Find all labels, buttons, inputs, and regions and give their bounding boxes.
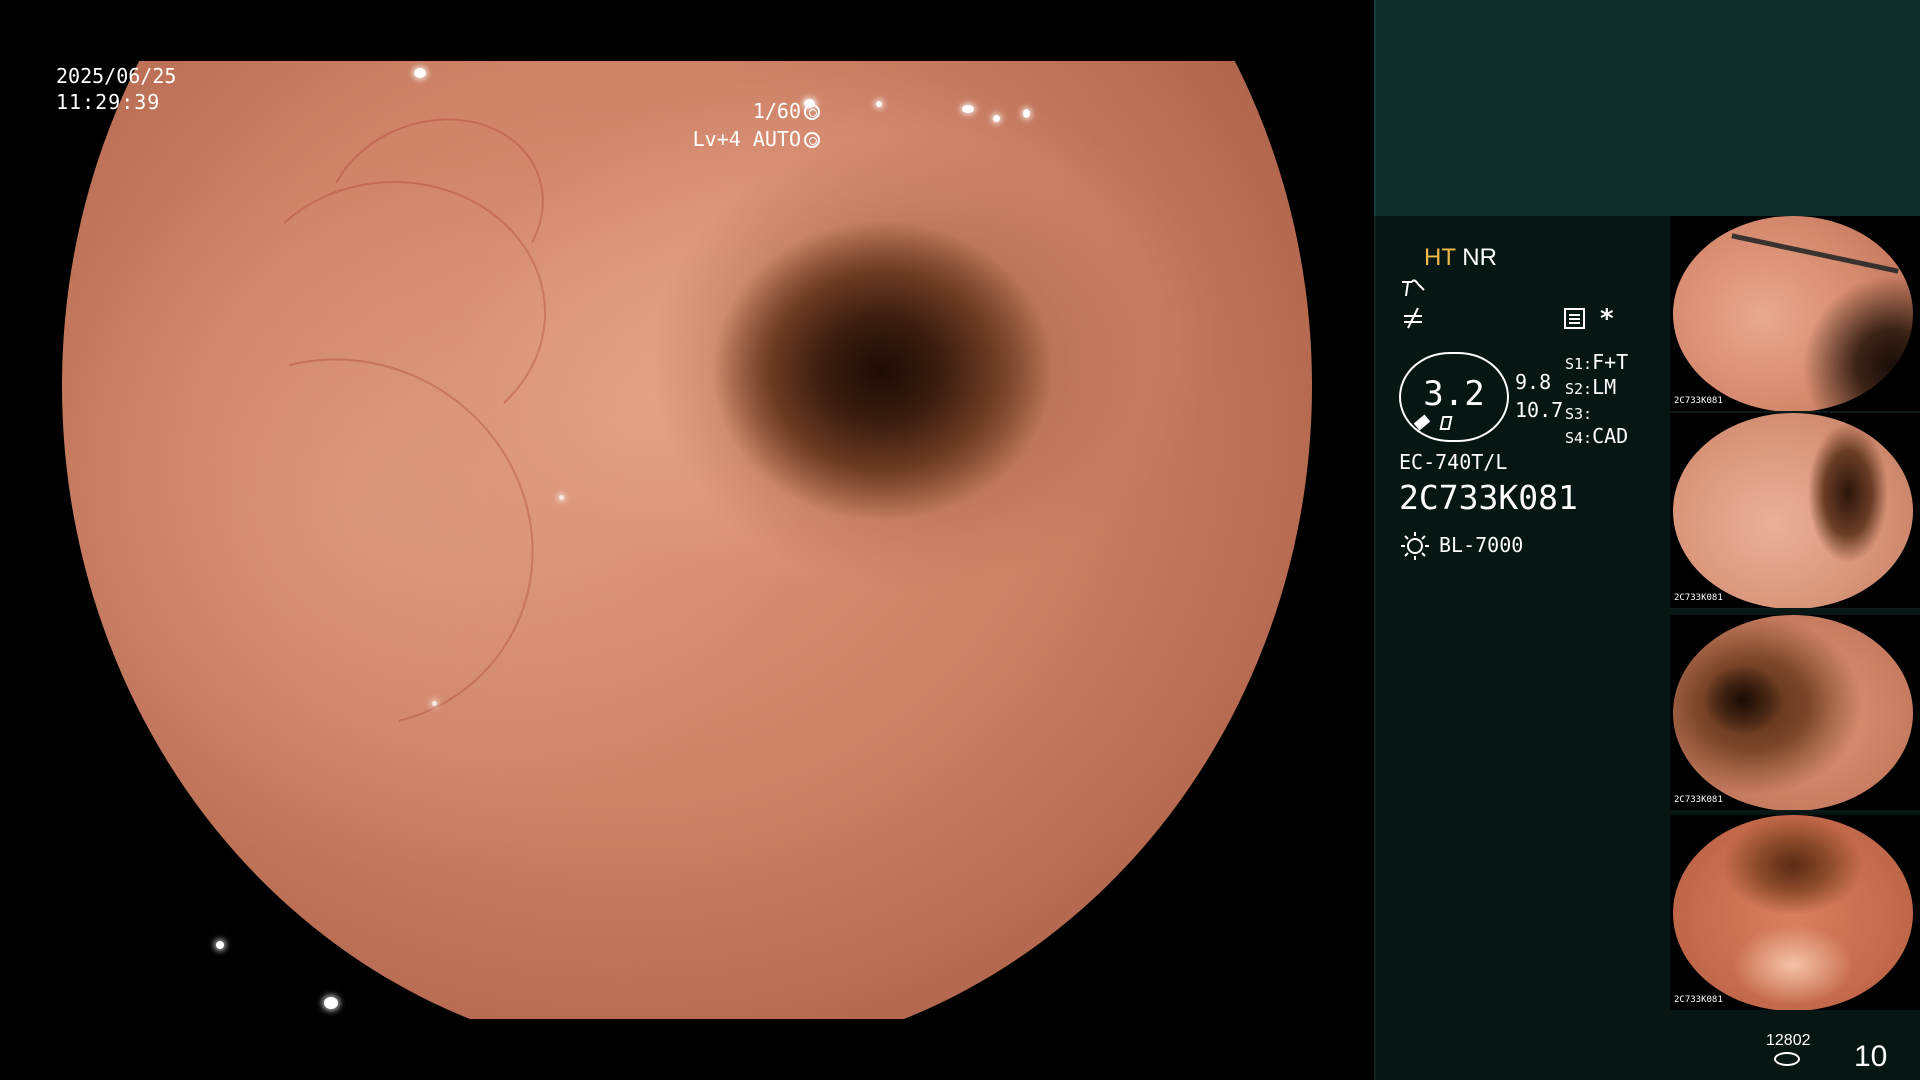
exposure-level: Lv+4 AUTO <box>693 125 820 153</box>
light-reflection <box>414 68 426 78</box>
thumbnail-label: 2C733K081 <box>1674 396 1723 406</box>
shutter-speed: 1/60 <box>753 97 820 125</box>
image-count: 10 <box>1854 1040 1888 1073</box>
storage-count: 12802 <box>1766 1032 1811 1049</box>
light-reflection <box>432 701 437 706</box>
thumbnail-image <box>1673 413 1913 608</box>
thumbnail-1[interactable]: 2C733K081 <box>1670 216 1920 411</box>
capture-time: 11:29:39 <box>56 90 161 114</box>
mode-nr-label: NR <box>1462 244 1497 271</box>
s2-label: S2: <box>1565 380 1593 398</box>
top-info-panel <box>1374 0 1920 216</box>
thumbnail-label: 2C733K081 <box>1674 593 1723 603</box>
endoscope-image-frame <box>62 61 1312 1019</box>
light-reflection <box>324 997 338 1009</box>
mode-ht-label: HT <box>1424 244 1456 271</box>
thumbnail-label: 2C733K081 <box>1674 995 1723 1005</box>
zoom-badge: 3.2 <box>1399 352 1509 442</box>
s1-setting: S1:F+T <box>1565 350 1628 374</box>
scope-serial: 2C733K081 <box>1399 478 1578 517</box>
shutter-icon <box>804 104 820 120</box>
level-value: Lv+4 <box>692 127 741 151</box>
s1-value: F+T <box>1592 350 1629 374</box>
thumbnail-divider <box>1670 810 1920 812</box>
slash-icon <box>1404 307 1422 329</box>
thumbnail-image <box>1673 615 1913 810</box>
zoom-value: 3.2 <box>1423 374 1485 414</box>
settings-list-icon <box>1564 308 1585 329</box>
light-reflection <box>1023 109 1030 118</box>
thumbnail-2[interactable]: 2C733K081 <box>1670 413 1920 608</box>
light-source-model: BL-7000 <box>1439 533 1524 557</box>
iris-value: AUTO <box>752 127 801 151</box>
thumbnail-divider <box>1670 608 1920 610</box>
shutter-value: 1/60 <box>752 99 801 123</box>
disk-icon <box>1774 1052 1800 1066</box>
capture-date: 2025/06/25 <box>56 64 177 88</box>
light-reflection <box>876 101 882 107</box>
s4-value: CAD <box>1592 424 1629 448</box>
light-reflection <box>216 941 224 949</box>
scope-model: EC-740T/L <box>1399 450 1508 474</box>
zoom-line1: 9.8 <box>1515 370 1552 394</box>
s1-label: S1: <box>1565 355 1593 373</box>
thumbnail-label: 2C733K081 <box>1674 795 1723 805</box>
light-source-icon <box>1401 532 1429 560</box>
zoom-line2: 10.7 <box>1515 398 1564 422</box>
s4-setting: S4:CAD <box>1565 424 1628 448</box>
light-reflection <box>559 495 564 500</box>
iris-icon <box>804 132 820 148</box>
asterisk-mark: * <box>1599 304 1615 334</box>
s3-setting: S3: <box>1565 400 1592 424</box>
thumbnail-image <box>1673 216 1913 411</box>
s2-setting: S2:LM <box>1565 375 1616 399</box>
light-reflection <box>962 105 974 113</box>
pen-icon <box>1413 414 1431 431</box>
s2-value: LM <box>1592 375 1617 399</box>
s3-label: S3: <box>1565 405 1593 423</box>
image-modes: HT NR <box>1424 244 1497 272</box>
endoscope-main-view: 2025/06/25 11:29:39 1/60 Lv+4 AUTO <box>0 0 1374 1080</box>
curve-icon <box>1402 279 1425 297</box>
flag-icon <box>1439 416 1453 430</box>
thumbnail-image <box>1673 815 1913 1010</box>
thumbnail-3[interactable]: 2C733K081 <box>1670 615 1920 810</box>
light-reflection <box>993 115 1000 122</box>
s4-label: S4: <box>1565 429 1593 447</box>
thumbnail-4[interactable]: 2C733K081 <box>1670 815 1920 1010</box>
